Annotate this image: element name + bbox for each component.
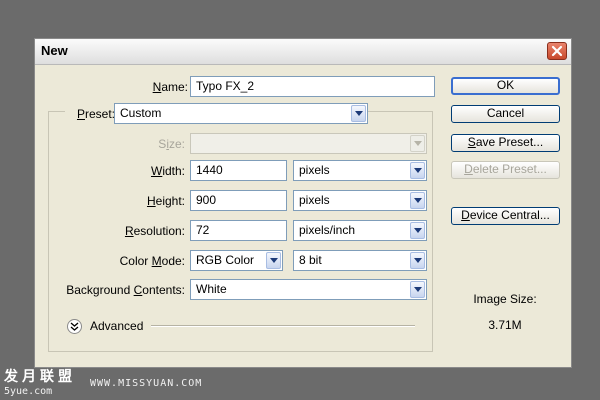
- width-input[interactable]: 1440: [190, 160, 287, 181]
- ok-button[interactable]: OK: [451, 77, 560, 95]
- image-size-value: 3.71M: [488, 318, 522, 332]
- height-unit-dropdown-button[interactable]: [410, 192, 425, 209]
- size-label: Size:: [158, 137, 185, 151]
- watermark-url-secondary: 5yue.com: [4, 386, 53, 397]
- chevron-down-icon: [355, 111, 363, 116]
- width-unit-value: pixels: [299, 163, 330, 177]
- advanced-label[interactable]: Advanced: [90, 319, 143, 333]
- double-chevron-down-icon: [70, 322, 79, 331]
- advanced-divider: [151, 325, 415, 327]
- background-dropdown-button[interactable]: [410, 281, 425, 298]
- color-mode-dropdown-button[interactable]: [266, 252, 281, 269]
- bit-depth-select[interactable]: 8 bit: [293, 250, 427, 271]
- chevron-down-icon: [414, 168, 422, 173]
- width-unit-select[interactable]: pixels: [293, 160, 427, 181]
- background-contents-value: White: [196, 282, 227, 296]
- background-contents-label: Background Contents:: [66, 283, 185, 297]
- chevron-down-icon: [414, 141, 422, 146]
- chevron-down-icon: [414, 258, 422, 263]
- color-mode-value: RGB Color: [196, 253, 255, 267]
- image-size-label: Image Size:: [473, 292, 537, 306]
- height-unit-value: pixels: [299, 193, 330, 207]
- device-central-button[interactable]: Device Central...: [451, 207, 560, 225]
- size-dropdown-button[interactable]: [410, 135, 425, 152]
- height-input[interactable]: 900: [190, 190, 287, 211]
- background-contents-select[interactable]: White: [190, 279, 427, 300]
- name-label: Name:: [152, 80, 188, 94]
- cancel-button[interactable]: Cancel: [451, 105, 560, 123]
- width-label: Width:: [150, 164, 185, 178]
- chevron-down-icon: [414, 228, 422, 233]
- preset-dropdown-button[interactable]: [351, 105, 366, 122]
- bit-depth-value: 8 bit: [299, 253, 322, 267]
- resolution-unit-dropdown-button[interactable]: [410, 222, 425, 239]
- height-label: Height:: [146, 194, 185, 208]
- width-unit-dropdown-button[interactable]: [410, 162, 425, 179]
- close-icon: [551, 45, 563, 57]
- color-mode-select[interactable]: RGB Color: [190, 250, 283, 271]
- new-document-dialog: New Name: Typo FX_2 Preset: Custom Size:…: [34, 38, 572, 368]
- size-select[interactable]: [190, 133, 427, 154]
- resolution-label: Resolution:: [124, 224, 185, 238]
- height-unit-select[interactable]: pixels: [293, 190, 427, 211]
- chevron-down-icon: [414, 287, 422, 292]
- resolution-unit-value: pixels/inch: [299, 223, 356, 237]
- chevron-down-icon: [270, 258, 278, 263]
- delete-preset-button[interactable]: Delete Preset...: [451, 161, 560, 179]
- name-input[interactable]: Typo FX_2: [190, 76, 435, 97]
- resolution-unit-select[interactable]: pixels/inch: [293, 220, 427, 241]
- preset-value: Custom: [120, 106, 162, 120]
- save-preset-button[interactable]: Save Preset...: [451, 134, 560, 152]
- chevron-down-icon: [414, 198, 422, 203]
- close-button[interactable]: [547, 42, 567, 60]
- preset-label: Preset:: [65, 107, 118, 121]
- advanced-expand-toggle[interactable]: [67, 319, 82, 334]
- dialog-title: New: [41, 43, 68, 58]
- title-bar[interactable]: New: [35, 39, 571, 65]
- watermark-logo-text: 发月联盟: [4, 369, 76, 385]
- color-mode-label: Color Mode:: [119, 254, 185, 268]
- preset-select[interactable]: Custom: [114, 103, 368, 124]
- watermark-url: WWW.MISSYUAN.COM: [90, 378, 203, 389]
- resolution-input[interactable]: 72: [190, 220, 287, 241]
- bit-depth-dropdown-button[interactable]: [410, 252, 425, 269]
